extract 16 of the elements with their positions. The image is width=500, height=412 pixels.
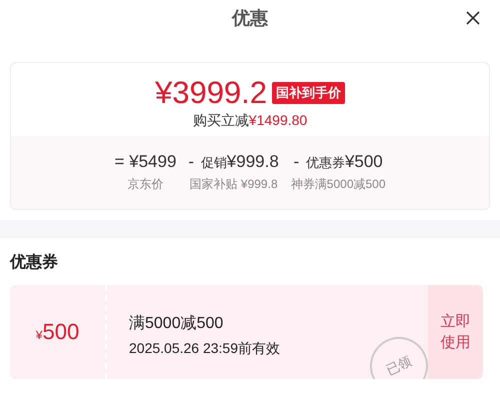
dialog-title: 优惠: [232, 7, 268, 30]
breakdown-caption: 京东价: [127, 176, 164, 193]
use-now-button[interactable]: 立即使用: [428, 285, 483, 379]
breakdown-amount: - 优惠券¥500: [294, 152, 383, 172]
section-title: 优惠券: [10, 252, 59, 273]
savings-text: 购买立减¥1499.80: [192, 112, 308, 130]
coupon-condition: 满5000减500: [129, 314, 224, 334]
subsidy-badge: 国补到手价: [272, 82, 346, 104]
coupon-validity: 2025.05.26 23:59前有效: [129, 340, 281, 358]
close-icon[interactable]: [465, 10, 481, 26]
breakdown-caption: 神券满5000减500: [290, 176, 386, 193]
breakdown-caption: 国家补贴 ¥999.8: [190, 176, 278, 193]
coupon-value: ¥500: [36, 319, 80, 345]
breakdown-amount: - 促销¥999.8: [188, 152, 279, 172]
final-price: ¥3999.2: [154, 75, 268, 111]
breakdown-amount: = ¥5499: [114, 152, 176, 172]
